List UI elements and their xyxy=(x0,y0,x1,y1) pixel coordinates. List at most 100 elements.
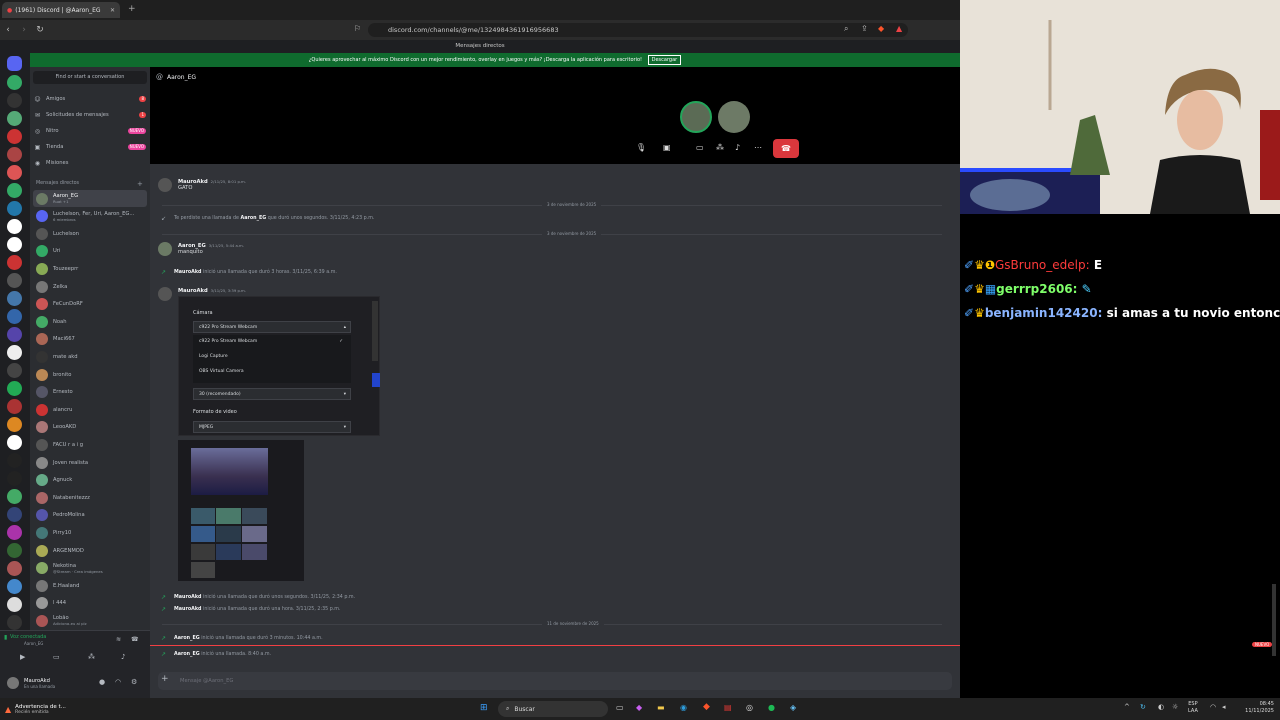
avatar[interactable] xyxy=(158,242,172,256)
settings-gear-icon[interactable]: ⚙ xyxy=(131,678,137,686)
activities-icon[interactable]: ⁂ xyxy=(716,143,724,152)
server-icon[interactable] xyxy=(7,345,22,360)
dm-item[interactable]: mate akd xyxy=(33,348,147,365)
dm-item[interactable]: Joven realista xyxy=(33,454,147,471)
spotify-icon[interactable]: ● xyxy=(768,703,775,712)
server-icon[interactable] xyxy=(7,615,22,630)
file-explorer-icon[interactable]: ▬ xyxy=(657,703,665,712)
dm-item[interactable]: Ernesto xyxy=(33,384,147,401)
brave-icon[interactable]: ◆ xyxy=(703,702,710,712)
camera-select[interactable]: c922 Pro Stream Webcam ▴ xyxy=(193,321,351,333)
forward-icon[interactable]: › xyxy=(16,25,32,35)
scrollbar[interactable] xyxy=(1272,584,1276,656)
brave-shield-icon[interactable]: ◆ xyxy=(878,24,884,33)
rewards-icon[interactable]: ▲ xyxy=(896,24,902,33)
camera-option[interactable]: c922 Pro Stream Webcam ✓ xyxy=(193,335,351,350)
image-attachment[interactable] xyxy=(178,440,304,581)
app-icon[interactable]: ▤ xyxy=(724,703,732,712)
tray-icon[interactable]: ↻ xyxy=(1140,703,1146,711)
dm-item[interactable]: E.Haaland xyxy=(33,577,147,594)
server-icon[interactable] xyxy=(7,183,22,198)
server-icon[interactable] xyxy=(7,471,22,486)
dm-item[interactable]: Noah xyxy=(33,313,147,330)
dm-item[interactable]: Luchelson, Fer, Uri, Aaron_EG... 6 miembr… xyxy=(33,208,147,225)
tab-discord[interactable]: ● (1961) Discord | @Aaron_EG ✕ xyxy=(2,2,120,18)
server-icon[interactable] xyxy=(7,507,22,522)
server-icon[interactable] xyxy=(7,453,22,468)
weather-widget[interactable]: ▲ Advertencia de t... Recién emitida xyxy=(5,701,95,717)
image-attachment[interactable]: Cámara c922 Pro Stream Webcam ▴ c922 Pro … xyxy=(178,296,380,436)
end-call-button[interactable]: ☎ xyxy=(773,139,799,158)
dm-item[interactable]: Agnuck xyxy=(33,472,147,489)
call-avatar[interactable] xyxy=(718,101,750,133)
server-icon[interactable] xyxy=(7,165,22,180)
task-view-icon[interactable]: ▭ xyxy=(616,703,624,712)
screen-share-icon[interactable]: ▭ xyxy=(696,143,704,152)
server-icon[interactable] xyxy=(7,75,22,90)
bookmark-icon[interactable]: ⚐ xyxy=(354,24,361,33)
mic-icon[interactable]: 🎙 xyxy=(636,143,646,152)
server-icon[interactable] xyxy=(7,579,22,594)
volume-icon[interactable]: ◂ xyxy=(1222,703,1226,711)
dm-item[interactable]: ARGENMOD xyxy=(33,542,147,559)
dm-item[interactable]: Uri xyxy=(33,243,147,260)
windows-start-icon[interactable]: ⊞ xyxy=(480,703,488,713)
back-icon[interactable]: ‹ xyxy=(0,25,16,35)
server-icon[interactable] xyxy=(7,399,22,414)
activities-icon[interactable]: ⁂ xyxy=(88,653,95,661)
dm-item[interactable]: LeooAKD xyxy=(33,419,147,436)
edge-icon[interactable]: ◉ xyxy=(680,703,687,712)
server-icon[interactable] xyxy=(7,237,22,252)
url-field[interactable]: discord.com/channels/@me/132498436191695… xyxy=(368,23,908,37)
server-icon[interactable] xyxy=(7,147,22,162)
dm-item[interactable]: Nekotina @Stream · Crea imágenes xyxy=(33,560,147,577)
headphones-icon[interactable]: ◠ xyxy=(115,678,121,686)
dm-item[interactable]: Maci667 xyxy=(33,331,147,348)
format-select[interactable]: MJPEG ▾ xyxy=(193,421,351,433)
server-icon[interactable] xyxy=(7,327,22,342)
add-dm-icon[interactable]: + xyxy=(137,180,143,188)
search-box[interactable]: ⌕ Buscar xyxy=(498,701,608,717)
nav-shop[interactable]: ▣ Tienda NUEVO xyxy=(34,141,146,153)
server-icon[interactable] xyxy=(7,597,22,612)
server-icon[interactable] xyxy=(7,363,22,378)
nav-quests[interactable]: ◉ Misiones xyxy=(34,157,146,169)
zoom-icon[interactable]: ⌕ xyxy=(844,24,848,34)
disconnect-icon[interactable]: ☎ xyxy=(131,636,138,643)
avatar[interactable] xyxy=(158,178,172,192)
server-icon[interactable] xyxy=(7,291,22,306)
tray-icon[interactable]: ☼ xyxy=(1172,703,1178,711)
server-icon[interactable] xyxy=(7,111,22,126)
soundboard-icon[interactable]: ♪ xyxy=(735,143,740,152)
fps-select[interactable]: 30 (recomendado) ▾ xyxy=(193,388,351,400)
new-tab-icon[interactable]: + xyxy=(128,4,136,14)
widgets-icon[interactable]: ◆ xyxy=(636,703,642,712)
server-icon[interactable] xyxy=(7,435,22,450)
server-icon[interactable] xyxy=(7,561,22,576)
dm-item[interactable]: FACU r a i g xyxy=(33,436,147,453)
nav-nitro[interactable]: ◎ Nitro NUEVO xyxy=(34,125,146,137)
server-icon[interactable] xyxy=(7,201,22,216)
dm-item[interactable]: Pirry10 xyxy=(33,524,147,541)
server-icon[interactable] xyxy=(7,489,22,504)
reload-icon[interactable]: ↻ xyxy=(32,25,48,35)
server-icon[interactable] xyxy=(7,381,22,396)
server-icon[interactable] xyxy=(7,219,22,234)
video-icon[interactable]: ▣ xyxy=(663,143,671,152)
screen-share-icon[interactable]: ▭ xyxy=(53,653,60,661)
language-indicator[interactable]: ESP LAA xyxy=(1188,701,1198,715)
camera-option[interactable]: Logi Capture xyxy=(193,350,351,365)
call-avatar[interactable] xyxy=(680,101,712,133)
clock[interactable]: 08:45 11/11/2025 xyxy=(1238,701,1274,715)
dm-item[interactable]: bronito xyxy=(33,366,147,383)
share-icon[interactable]: ⇪ xyxy=(861,24,868,33)
dm-item[interactable]: Luchelson xyxy=(33,225,147,242)
camera-icon[interactable]: ▶ xyxy=(20,653,25,661)
dm-item[interactable]: Lobão Adiciona-eu ai plz xyxy=(33,612,147,629)
tray-icon[interactable]: ◐ xyxy=(1158,703,1164,711)
scrollbar[interactable] xyxy=(372,301,378,361)
close-icon[interactable]: ✕ xyxy=(110,7,115,14)
home-icon[interactable] xyxy=(7,56,22,71)
camera-option[interactable]: OBS Virtual Camera xyxy=(193,365,351,380)
server-icon[interactable] xyxy=(7,417,22,432)
